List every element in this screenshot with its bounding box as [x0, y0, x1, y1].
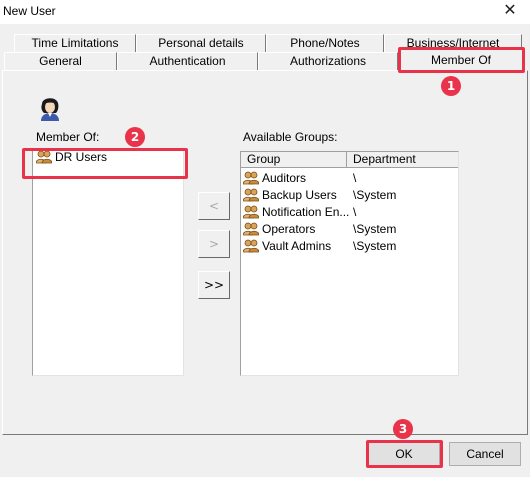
- group-department: \System: [353, 188, 397, 202]
- group-name: Vault Admins: [262, 239, 332, 253]
- add-all-groups-button[interactable]: >>: [198, 271, 230, 299]
- callout-1: 1: [441, 76, 461, 96]
- tab-authorizations[interactable]: Authorizations: [258, 52, 398, 70]
- available-groups-list[interactable]: Group Department Auditors \ Backup Users…: [240, 151, 459, 376]
- table-row[interactable]: Backup Users \System: [241, 187, 458, 204]
- tab-phone-notes[interactable]: Phone/Notes: [266, 34, 384, 52]
- group-name: Operators: [262, 222, 316, 236]
- title-bar: New User ✕: [0, 0, 530, 24]
- highlight-dr-users: [22, 148, 188, 179]
- group-icon: [243, 239, 259, 253]
- cancel-button[interactable]: Cancel: [449, 442, 521, 466]
- tab-authentication[interactable]: Authentication: [117, 52, 258, 70]
- group-icon: [243, 188, 259, 202]
- callout-2: 2: [125, 127, 145, 147]
- member-of-label: Member Of:: [36, 130, 100, 144]
- table-row[interactable]: Auditors \: [241, 170, 458, 187]
- available-groups-label: Available Groups:: [243, 130, 338, 144]
- column-header-group[interactable]: Group: [241, 152, 347, 168]
- group-icon: [243, 222, 259, 236]
- callout-3: 3: [393, 419, 413, 439]
- group-department: \: [353, 171, 357, 185]
- group-department: \System: [353, 222, 397, 236]
- add-group-button[interactable]: <: [198, 192, 230, 220]
- tab-general[interactable]: General: [4, 52, 117, 70]
- window-title: New User: [3, 4, 56, 18]
- group-department: \: [353, 205, 357, 219]
- group-icon: [243, 171, 259, 185]
- table-row[interactable]: Operators \System: [241, 221, 458, 238]
- group-icon: [243, 205, 259, 219]
- highlight-member-of-tab: [398, 47, 525, 73]
- tab-time-limitations[interactable]: Time Limitations: [14, 34, 136, 52]
- available-groups-rows: Auditors \ Backup Users \System Notifica…: [241, 170, 458, 255]
- group-name: Backup Users: [262, 188, 337, 202]
- group-name: Notification En...: [262, 205, 350, 219]
- column-header-department[interactable]: Department: [347, 152, 458, 168]
- member-of-list[interactable]: DR Users: [32, 148, 184, 376]
- user-avatar-icon: [41, 98, 59, 121]
- highlight-ok-button: [366, 440, 443, 468]
- table-row[interactable]: Notification En... \: [241, 204, 458, 221]
- remove-group-button[interactable]: >: [198, 230, 230, 258]
- close-icon[interactable]: ✕: [490, 0, 530, 24]
- group-department: \System: [353, 239, 397, 253]
- table-row[interactable]: Vault Admins \System: [241, 238, 458, 255]
- tab-personal-details[interactable]: Personal details: [136, 34, 266, 52]
- group-name: Auditors: [262, 171, 307, 185]
